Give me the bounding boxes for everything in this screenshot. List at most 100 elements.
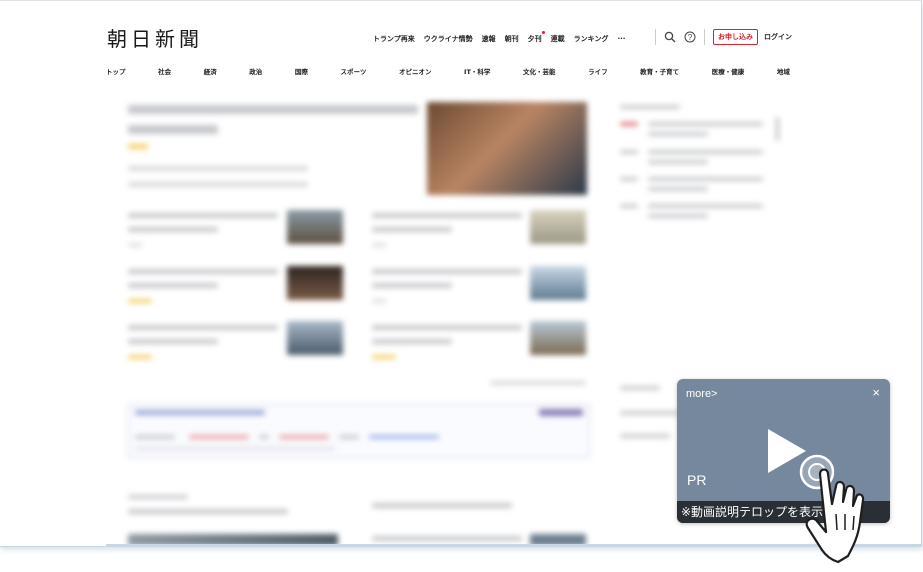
- article-title[interactable]: [372, 503, 512, 508]
- article-title[interactable]: [372, 283, 452, 288]
- sidebar-item[interactable]: [620, 411, 680, 415]
- cat-top[interactable]: トップ: [106, 66, 126, 76]
- cat-opinion[interactable]: オピニオン: [399, 66, 432, 76]
- article-meta: [372, 243, 386, 247]
- ranking-badge: [620, 150, 638, 154]
- article-thumbnail[interactable]: [287, 321, 343, 355]
- divider: [655, 29, 656, 45]
- article-title[interactable]: [372, 536, 522, 541]
- promo-box[interactable]: [128, 404, 590, 458]
- more-menu-button[interactable]: ···: [617, 35, 625, 43]
- ranking-item[interactable]: [648, 160, 708, 164]
- new-dot-icon: [541, 31, 545, 34]
- ranking-item[interactable]: [648, 204, 763, 208]
- article-title[interactable]: [128, 269, 278, 274]
- category-nav: トップ 社会 経済 政治 国際 スポーツ オピニオン IT・科学 文化・芸能 ラ…: [106, 66, 790, 76]
- promo-tag: [539, 409, 583, 416]
- sidebar-item[interactable]: [620, 434, 670, 438]
- nav-evening[interactable]: 夕刊: [527, 31, 545, 44]
- article-thumbnail[interactable]: [530, 266, 586, 300]
- cat-sports[interactable]: スポーツ: [340, 66, 366, 76]
- ranking-item[interactable]: [648, 122, 763, 126]
- pr-label: PR: [687, 472, 707, 488]
- hand-pointer-icon: [799, 454, 865, 564]
- article-title[interactable]: [128, 283, 218, 288]
- cat-international[interactable]: 国際: [295, 66, 308, 76]
- headline-text[interactable]: [128, 105, 418, 114]
- header-tools: ? お申し込み ログイン: [655, 28, 792, 46]
- promo-link[interactable]: [279, 435, 329, 439]
- related-link[interactable]: [128, 166, 308, 171]
- ranking-item[interactable]: [648, 150, 763, 154]
- help-icon[interactable]: ?: [684, 31, 696, 43]
- nav-ukraine[interactable]: ウクライナ情勢: [424, 34, 473, 44]
- badge: [372, 355, 396, 359]
- search-icon[interactable]: [664, 31, 676, 43]
- promo-link[interactable]: [369, 435, 439, 439]
- article-title[interactable]: [128, 325, 278, 330]
- ranking-item[interactable]: [648, 187, 708, 191]
- badge: [128, 144, 148, 149]
- sidebar-scrollbar[interactable]: [776, 117, 779, 141]
- subscribe-button[interactable]: お申し込み: [713, 29, 758, 45]
- ranking-badge: [620, 177, 638, 181]
- article-meta: [128, 243, 142, 247]
- cat-it-science[interactable]: IT・科学: [464, 66, 490, 76]
- ranking-item[interactable]: [648, 214, 708, 218]
- promo-text: [259, 435, 269, 439]
- ranking-item[interactable]: [648, 132, 708, 136]
- article-title[interactable]: [128, 213, 278, 218]
- cat-region[interactable]: 地域: [777, 66, 790, 76]
- cat-education[interactable]: 教育・子育て: [640, 66, 679, 76]
- close-icon[interactable]: ×: [872, 385, 880, 400]
- article-thumbnail[interactable]: [287, 266, 343, 300]
- more-articles-link[interactable]: [490, 381, 586, 385]
- sidebar-heading: [620, 386, 660, 390]
- divider: [704, 29, 705, 45]
- nav-series[interactable]: 連載: [551, 34, 565, 44]
- article-title[interactable]: [128, 339, 218, 344]
- article-thumbnail[interactable]: [287, 210, 343, 244]
- article-thumbnail[interactable]: [530, 321, 586, 355]
- promo-text: [339, 435, 359, 439]
- login-link[interactable]: ログイン: [764, 32, 792, 42]
- article-meta: [372, 299, 386, 303]
- article-title[interactable]: [128, 509, 288, 514]
- video-more-link[interactable]: more>: [686, 388, 718, 400]
- article-title[interactable]: [372, 339, 452, 344]
- main-photo[interactable]: [427, 102, 587, 195]
- promo-title: [135, 410, 265, 415]
- ranking-badge: [620, 122, 638, 126]
- promo-text: [135, 435, 175, 439]
- section-label: [128, 495, 188, 499]
- nav-trump[interactable]: トランプ再来: [373, 34, 415, 44]
- promo-link[interactable]: [189, 435, 249, 439]
- nav-ranking[interactable]: ランキング: [574, 34, 609, 44]
- cat-life[interactable]: ライフ: [588, 66, 608, 76]
- headline-text[interactable]: [128, 125, 218, 134]
- svg-text:?: ?: [688, 33, 693, 42]
- cat-society[interactable]: 社会: [158, 66, 171, 76]
- article-title[interactable]: [372, 213, 522, 218]
- nav-morning[interactable]: 朝刊: [505, 34, 519, 44]
- nav-breaking[interactable]: 速報: [482, 34, 496, 44]
- sidebar-heading: [620, 105, 680, 109]
- nav-evening-label: 夕刊: [527, 35, 542, 43]
- cat-economy[interactable]: 経済: [204, 66, 217, 76]
- article-title[interactable]: [128, 227, 218, 232]
- badge: [128, 355, 152, 359]
- ranking-badge: [620, 204, 638, 208]
- cat-culture[interactable]: 文化・芸能: [523, 66, 556, 76]
- article-title[interactable]: [372, 227, 452, 232]
- article-title[interactable]: [372, 269, 522, 274]
- badge: [128, 299, 152, 303]
- ranking-item[interactable]: [648, 177, 763, 181]
- cat-politics[interactable]: 政治: [249, 66, 262, 76]
- article-title[interactable]: [372, 325, 522, 330]
- top-nav: トランプ再来 ウクライナ情勢 速報 朝刊 夕刊 連載 ランキング ···: [373, 31, 634, 44]
- article-thumbnail[interactable]: [530, 210, 586, 244]
- site-logo[interactable]: 朝日新聞: [107, 23, 203, 52]
- related-link[interactable]: [128, 182, 308, 187]
- cat-health[interactable]: 医療・健康: [712, 66, 745, 76]
- promo-note: [135, 447, 335, 450]
